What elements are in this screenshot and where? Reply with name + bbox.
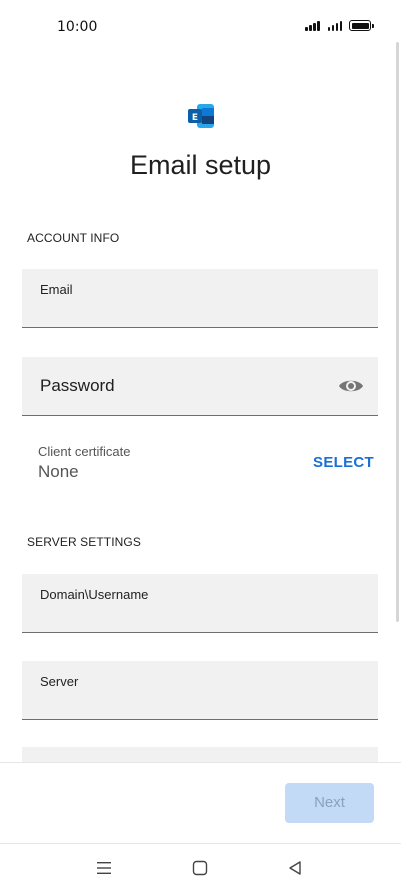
back-triangle-icon[interactable] — [280, 854, 310, 882]
eye-icon[interactable] — [338, 377, 364, 395]
scrollbar[interactable] — [396, 42, 399, 622]
home-square-icon[interactable] — [185, 854, 215, 882]
server-field-label: Server — [40, 674, 79, 689]
system-nav-bar — [0, 844, 401, 893]
domain-username-field-label: Domain\Username — [40, 587, 149, 602]
email-field-label: Email — [40, 282, 73, 297]
client-certificate-value: None — [38, 462, 79, 481]
exchange-logo-icon: E — [188, 104, 214, 128]
password-field[interactable]: Password — [22, 357, 378, 416]
client-certificate-label: Client certificate — [38, 444, 131, 459]
password-field-placeholder: Password — [40, 376, 115, 395]
email-field[interactable]: Email — [22, 269, 378, 328]
next-button[interactable]: Next — [285, 783, 374, 823]
battery-icon — [349, 20, 374, 31]
section-account-info: ACCOUNT INFO — [27, 231, 120, 245]
signal-icon — [327, 20, 342, 31]
status-time: 10:00 — [57, 19, 98, 35]
status-bar: 10:00 — [0, 0, 401, 52]
svg-text:E: E — [192, 113, 198, 123]
server-field[interactable]: Server — [22, 661, 378, 720]
domain-username-field[interactable]: Domain\Username — [22, 574, 378, 633]
status-icons — [305, 20, 374, 31]
menu-icon[interactable] — [89, 854, 119, 882]
select-certificate-button[interactable]: SELECT — [313, 454, 374, 471]
signal-icon — [305, 20, 320, 31]
section-server-settings: SERVER SETTINGS — [27, 535, 141, 549]
page-title: Email setup — [129, 150, 272, 180]
footer: Next — [0, 762, 401, 893]
